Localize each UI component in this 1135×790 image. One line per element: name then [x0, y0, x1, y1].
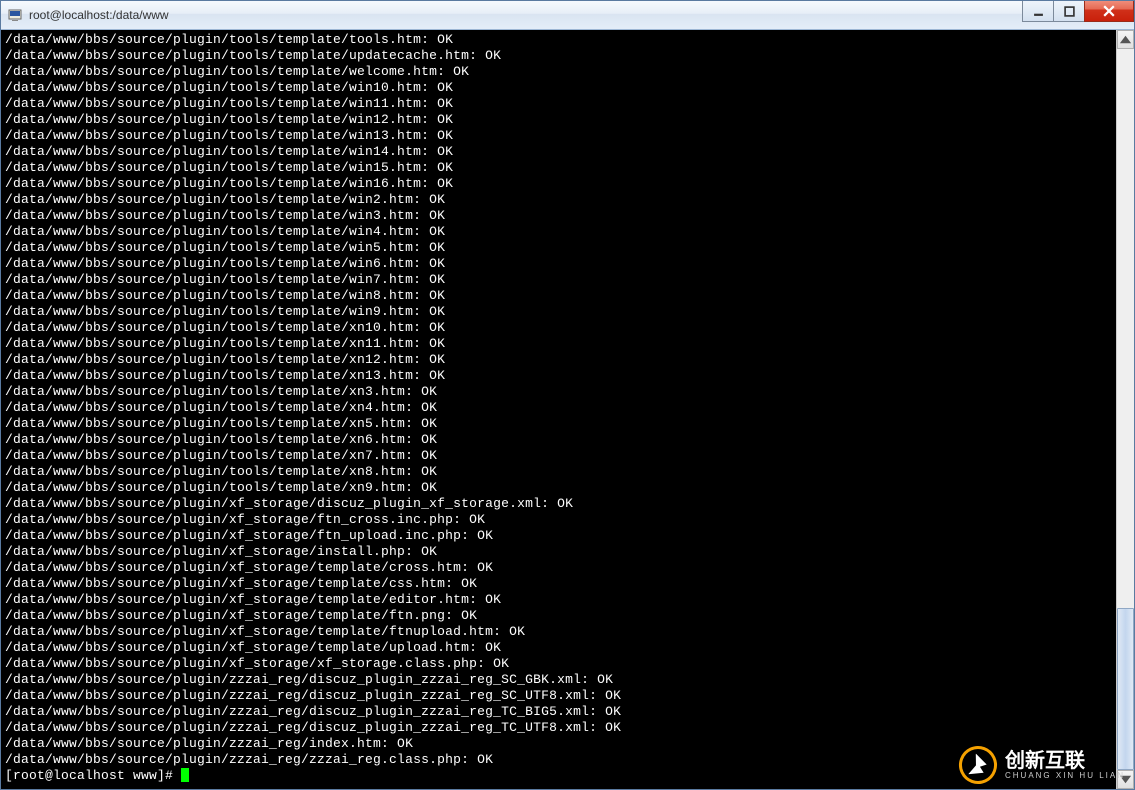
- terminal-area: /data/www/bbs/source/plugin/tools/templa…: [1, 30, 1134, 789]
- close-button[interactable]: [1084, 1, 1134, 22]
- scrollbar-track[interactable]: [1117, 49, 1134, 770]
- scroll-up-button[interactable]: [1117, 30, 1134, 49]
- titlebar[interactable]: root@localhost:/data/www: [1, 1, 1134, 30]
- maximize-button[interactable]: [1053, 1, 1085, 22]
- vertical-scrollbar[interactable]: [1116, 30, 1134, 789]
- cursor: [181, 768, 189, 782]
- putty-icon: [7, 7, 23, 23]
- shell-prompt: [root@localhost www]#: [5, 768, 181, 783]
- scroll-down-button[interactable]: [1117, 770, 1134, 789]
- window-title: root@localhost:/data/www: [29, 8, 169, 22]
- minimize-button[interactable]: [1022, 1, 1054, 22]
- putty-window: root@localhost:/data/www /data/www/bbs/s…: [0, 0, 1135, 790]
- scrollbar-thumb[interactable]: [1117, 608, 1134, 770]
- terminal-output[interactable]: /data/www/bbs/source/plugin/tools/templa…: [1, 30, 1116, 789]
